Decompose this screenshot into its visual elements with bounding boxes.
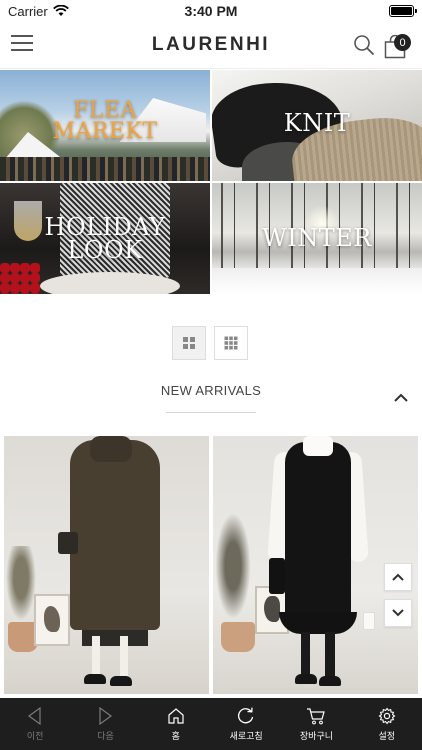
scroll-down-button[interactable] <box>384 599 412 627</box>
product-grid <box>4 436 418 694</box>
grid-2-view-button[interactable] <box>172 326 206 360</box>
category-banner-grid: FLEA MAREKT KNIT HOLIDAY LOOK WINTER <box>0 70 422 294</box>
tab-label: 홈 <box>171 731 180 742</box>
search-icon[interactable] <box>352 33 376 57</box>
bottom-tab-bar: 이전 다음 홈 새로고침 장바구니 설정 <box>0 698 422 750</box>
wifi-icon <box>52 5 69 16</box>
app-header: LAURENHI 0 <box>0 22 422 69</box>
home-icon <box>168 707 184 724</box>
chevron-down-icon <box>392 609 404 617</box>
product-image <box>70 440 160 630</box>
category-label: FLEA MAREKT <box>52 97 158 144</box>
category-label: HOLIDAY LOOK <box>44 212 166 264</box>
tab-label: 다음 <box>97 731 114 742</box>
category-tile-holiday-look[interactable]: HOLIDAY LOOK <box>0 183 210 294</box>
tab-cart[interactable]: 장바구니 <box>281 698 351 750</box>
tab-label: 새로고침 <box>229 731 263 742</box>
category-tile-winter[interactable]: WINTER <box>212 183 422 294</box>
chevron-up-icon <box>392 573 404 581</box>
tab-label: 장바구니 <box>299 731 334 742</box>
forward-triangle-icon <box>99 706 113 725</box>
status-left: Carrier <box>8 4 69 19</box>
gear-icon <box>378 707 396 724</box>
chevron-up-icon[interactable] <box>392 391 410 405</box>
category-tile-knit[interactable]: KNIT <box>212 70 422 181</box>
carrier-label: Carrier <box>8 3 48 19</box>
view-toggle <box>172 326 248 360</box>
tab-label: 이전 <box>26 731 44 742</box>
tab-label: 설정 <box>378 731 396 742</box>
tab-back[interactable]: 이전 <box>0 698 70 750</box>
back-triangle-icon <box>28 706 41 725</box>
product-card[interactable] <box>4 436 209 694</box>
tab-forward[interactable]: 다음 <box>70 698 140 750</box>
grid-3-view-button[interactable] <box>214 326 248 360</box>
category-label: KNIT <box>283 109 351 138</box>
tab-settings[interactable]: 설정 <box>352 698 422 750</box>
cart-icon <box>307 707 326 724</box>
refresh-icon <box>238 707 254 723</box>
category-tile-flea-market[interactable]: FLEA MAREKT <box>0 70 210 181</box>
tab-refresh[interactable]: 새로고침 <box>211 698 281 750</box>
product-image <box>285 442 351 628</box>
battery-level <box>391 7 412 15</box>
battery-icon <box>389 5 417 17</box>
cart-count-badge: 0 <box>394 34 411 51</box>
shopping-bag-button[interactable]: 0 <box>384 31 414 61</box>
category-label: WINTER <box>262 224 372 253</box>
tab-home[interactable]: 홈 <box>141 698 211 750</box>
status-bar: Carrier 3:40 PM <box>0 0 422 22</box>
status-time: 3:40 PM <box>184 3 238 19</box>
scroll-up-button[interactable] <box>384 563 412 591</box>
grid-3-icon <box>224 336 238 350</box>
section-underline <box>166 412 256 413</box>
section-title: NEW ARRIVALS <box>160 383 262 398</box>
grid-2-icon <box>183 337 195 349</box>
